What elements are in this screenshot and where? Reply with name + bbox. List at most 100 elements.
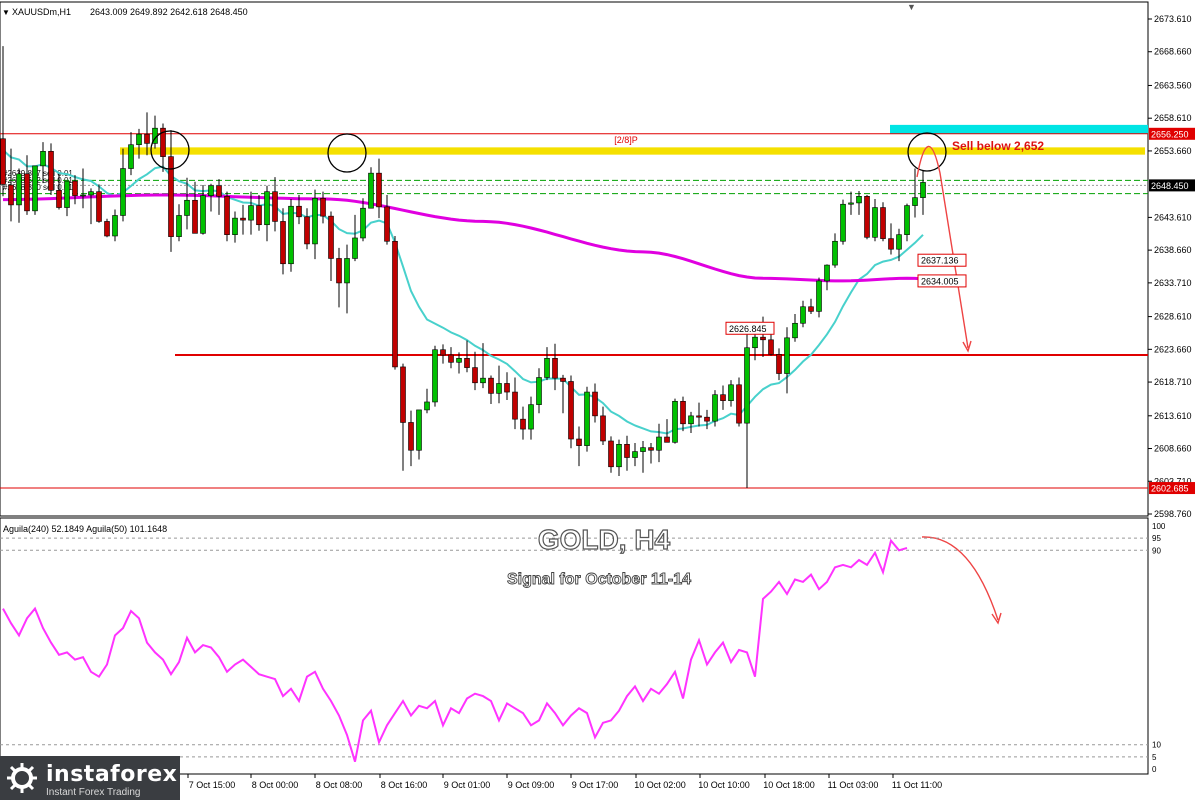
candle-body (600, 415, 606, 442)
candle-body (816, 280, 822, 312)
candle-body (144, 133, 150, 144)
price-tick-label: 2633.710 (1154, 278, 1192, 288)
candle-body (0, 138, 6, 185)
candle-body (680, 401, 686, 425)
candle-body (120, 168, 126, 216)
candle-body (656, 436, 662, 451)
candle-body (184, 199, 190, 216)
candle-body (552, 358, 558, 379)
candle-body (232, 217, 238, 235)
candle-body (704, 416, 710, 422)
instaforex-logo: instaforex Instant Forex Trading (0, 756, 180, 800)
candle-body (432, 349, 438, 403)
candle-body (384, 206, 390, 242)
price-tick-label: 2658.610 (1154, 113, 1192, 123)
candle-body (832, 240, 838, 266)
candle-body (872, 207, 878, 238)
candle-body (536, 377, 542, 405)
symbol-triangle-icon: ▼ (2, 8, 10, 17)
candle-body (272, 191, 278, 222)
price-tick-label: 2598.760 (1154, 509, 1192, 519)
candle-body (440, 349, 446, 356)
candle-body (408, 422, 414, 451)
candle-body (424, 401, 430, 411)
time-tick-label: 8 Oct 16:00 (381, 780, 428, 790)
time-tick-label: 10 Oct 10:00 (698, 780, 750, 790)
time-tick-label: 9 Oct 01:00 (444, 780, 491, 790)
indicator-level-label: 95 (1152, 534, 1161, 543)
mid-price-label: 2626.845 (729, 324, 767, 334)
candle-body (72, 180, 78, 196)
candle-body (752, 336, 758, 349)
time-tick-label: 11 Oct 03:00 (828, 780, 879, 790)
candle-body (512, 391, 518, 420)
price-tick-label: 2673.610 (1154, 14, 1192, 24)
candle-body (480, 377, 486, 384)
instaforex-mark-icon (7, 763, 37, 793)
candle-body (104, 221, 110, 237)
time-tick-label: 8 Oct 00:00 (252, 780, 299, 790)
price-tick-label: 2668.660 (1154, 47, 1192, 57)
candle-body (416, 409, 422, 451)
candle-body (808, 306, 814, 312)
candle-body (336, 258, 342, 284)
candle-body (288, 205, 294, 265)
indicator-level-label: 100 (1152, 522, 1166, 531)
time-tick-label: 11 Oct 11:00 (892, 780, 942, 790)
chart-window[interactable]: ▼ XAUUSDm,H1 2643.009 2649.892 2642.618 … (0, 0, 1200, 800)
time-tick-label: 9 Oct 17:00 (572, 780, 619, 790)
time-tick-label: 10 Oct 02:00 (634, 780, 686, 790)
candle-body (128, 144, 134, 169)
candle-body (568, 381, 574, 440)
candle-body (296, 205, 302, 218)
time-tick-label: 8 Oct 08:00 (316, 780, 363, 790)
candle-body (48, 151, 54, 191)
candle-body (464, 358, 470, 368)
candle-body (728, 384, 734, 401)
ma-slow-value-label: 2634.005 (921, 276, 959, 286)
candle-body (840, 203, 846, 242)
candle-body (352, 237, 358, 259)
candle-body (768, 339, 774, 355)
candle-body (264, 191, 270, 226)
candle-body (720, 394, 726, 401)
candle-body (504, 383, 510, 393)
candle-body (24, 173, 30, 212)
indicator-level-label: 90 (1152, 546, 1161, 555)
candle-body (864, 196, 870, 238)
candle-body (856, 196, 862, 204)
candle-body (776, 354, 782, 374)
candle-body (200, 195, 206, 234)
candle-body (664, 436, 670, 443)
candle-body (904, 205, 910, 235)
candle-body (744, 347, 750, 424)
candle-body (224, 196, 230, 235)
watermark-title: GOLD, H4 (538, 524, 671, 555)
candle-body (16, 173, 22, 206)
candle-body (376, 172, 382, 208)
candle-body (64, 180, 70, 208)
candle-body (248, 205, 254, 221)
candle-body (40, 151, 46, 167)
candle-body (696, 415, 702, 418)
candle-body (880, 207, 886, 239)
candle-body (304, 216, 310, 245)
candle-body (736, 384, 742, 424)
price-chart[interactable]: ▼ XAUUSDm,H1 2643.009 2649.892 2642.618 … (0, 0, 1200, 800)
symbol-label: XAUUSDm,H1 (12, 7, 71, 17)
candle-body (632, 451, 638, 458)
candle-body (792, 322, 798, 339)
time-tick-label: 9 Oct 09:00 (508, 780, 555, 790)
ohlc-label: 2643.009 2649.892 2642.618 2648.450 (90, 7, 248, 17)
candle-body (592, 391, 598, 417)
candle-body (520, 418, 526, 430)
scroll-marker-icon[interactable]: ▼ (907, 2, 916, 12)
price-tick-label: 2643.610 (1154, 212, 1192, 222)
candle-body (912, 197, 918, 206)
time-tick-label: 7 Oct 15:00 (189, 780, 236, 790)
candle-body (88, 191, 94, 196)
candle-body (888, 238, 894, 250)
price-tick-label: 2628.610 (1154, 312, 1192, 322)
price-tick-label: 2608.660 (1154, 444, 1192, 454)
candle-body (176, 215, 182, 237)
